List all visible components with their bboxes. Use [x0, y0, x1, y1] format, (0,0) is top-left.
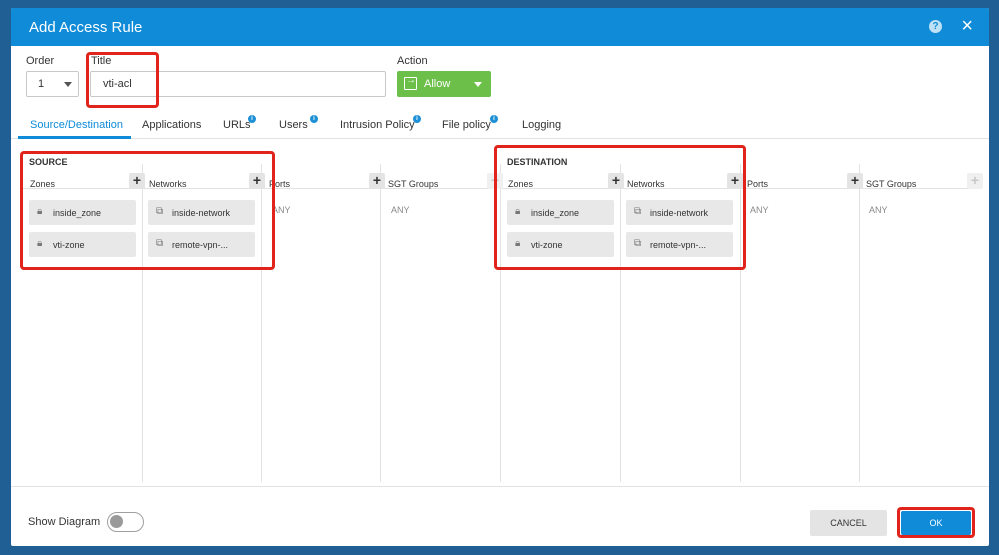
order-label: Order [26, 55, 55, 67]
tab-source-destination[interactable]: Source/Destination [30, 119, 123, 131]
destination-sgt-label: SGT Groups [866, 179, 917, 189]
help-icon[interactable]: ? [929, 20, 942, 33]
highlight-ok [897, 507, 975, 538]
cancel-button[interactable]: CANCEL [810, 510, 887, 536]
highlight-destination [494, 145, 746, 270]
add-access-rule-dialog: Add Access Rule ? × Order 1 Title vti-ac… [11, 8, 989, 546]
show-diagram-toggle[interactable] [107, 512, 144, 532]
allow-icon [404, 75, 417, 90]
order-select[interactable]: 1 [26, 71, 79, 97]
source-sgt-value: ANY [391, 205, 410, 215]
dialog-title: Add Access Rule [29, 18, 143, 36]
chevron-down-icon [474, 82, 482, 87]
dialog-header: Add Access Rule ? × [11, 8, 989, 46]
tab-users[interactable]: Users [279, 119, 308, 131]
show-diagram-label: Show Diagram [28, 516, 101, 528]
tab-applications[interactable]: Applications [142, 119, 201, 131]
destination-ports-label: Ports [747, 179, 769, 189]
highlight-source [20, 151, 275, 270]
action-value: Allow [424, 78, 451, 90]
highlight-title [86, 52, 159, 108]
add-source-port-button[interactable]: + [369, 173, 385, 189]
add-destination-sgt-button[interactable]: + [967, 173, 983, 189]
tab-logging[interactable]: Logging [522, 119, 561, 131]
rule-grid: SOURCE Zones + Networks + Ports + SGT Gr… [20, 142, 989, 482]
info-icon: i [248, 115, 256, 123]
action-select[interactable]: Allow [397, 71, 491, 97]
tab-intrusion-policy[interactable]: Intrusion Policy [340, 119, 415, 131]
tab-urls[interactable]: URLs [223, 119, 251, 131]
add-destination-port-button[interactable]: + [847, 173, 863, 189]
info-icon: i [413, 115, 421, 123]
source-sgt-label: SGT Groups [388, 179, 439, 189]
tab-file-policy[interactable]: File policy [442, 119, 491, 131]
toggle-knob [110, 515, 123, 528]
destination-ports-value: ANY [750, 205, 769, 215]
column-divider [380, 164, 381, 482]
column-divider [859, 164, 860, 482]
active-tab-indicator [18, 136, 131, 139]
info-icon: i [310, 115, 318, 123]
close-icon[interactable]: × [961, 16, 973, 36]
action-label: Action [397, 55, 428, 67]
chevron-down-icon [64, 82, 72, 87]
dialog-footer: Show Diagram CANCEL OK [11, 486, 989, 546]
info-icon: i [490, 115, 498, 123]
tab-bar: Source/Destination Applications URLs i U… [11, 112, 989, 139]
order-value: 1 [38, 78, 45, 90]
destination-sgt-value: ANY [869, 205, 888, 215]
